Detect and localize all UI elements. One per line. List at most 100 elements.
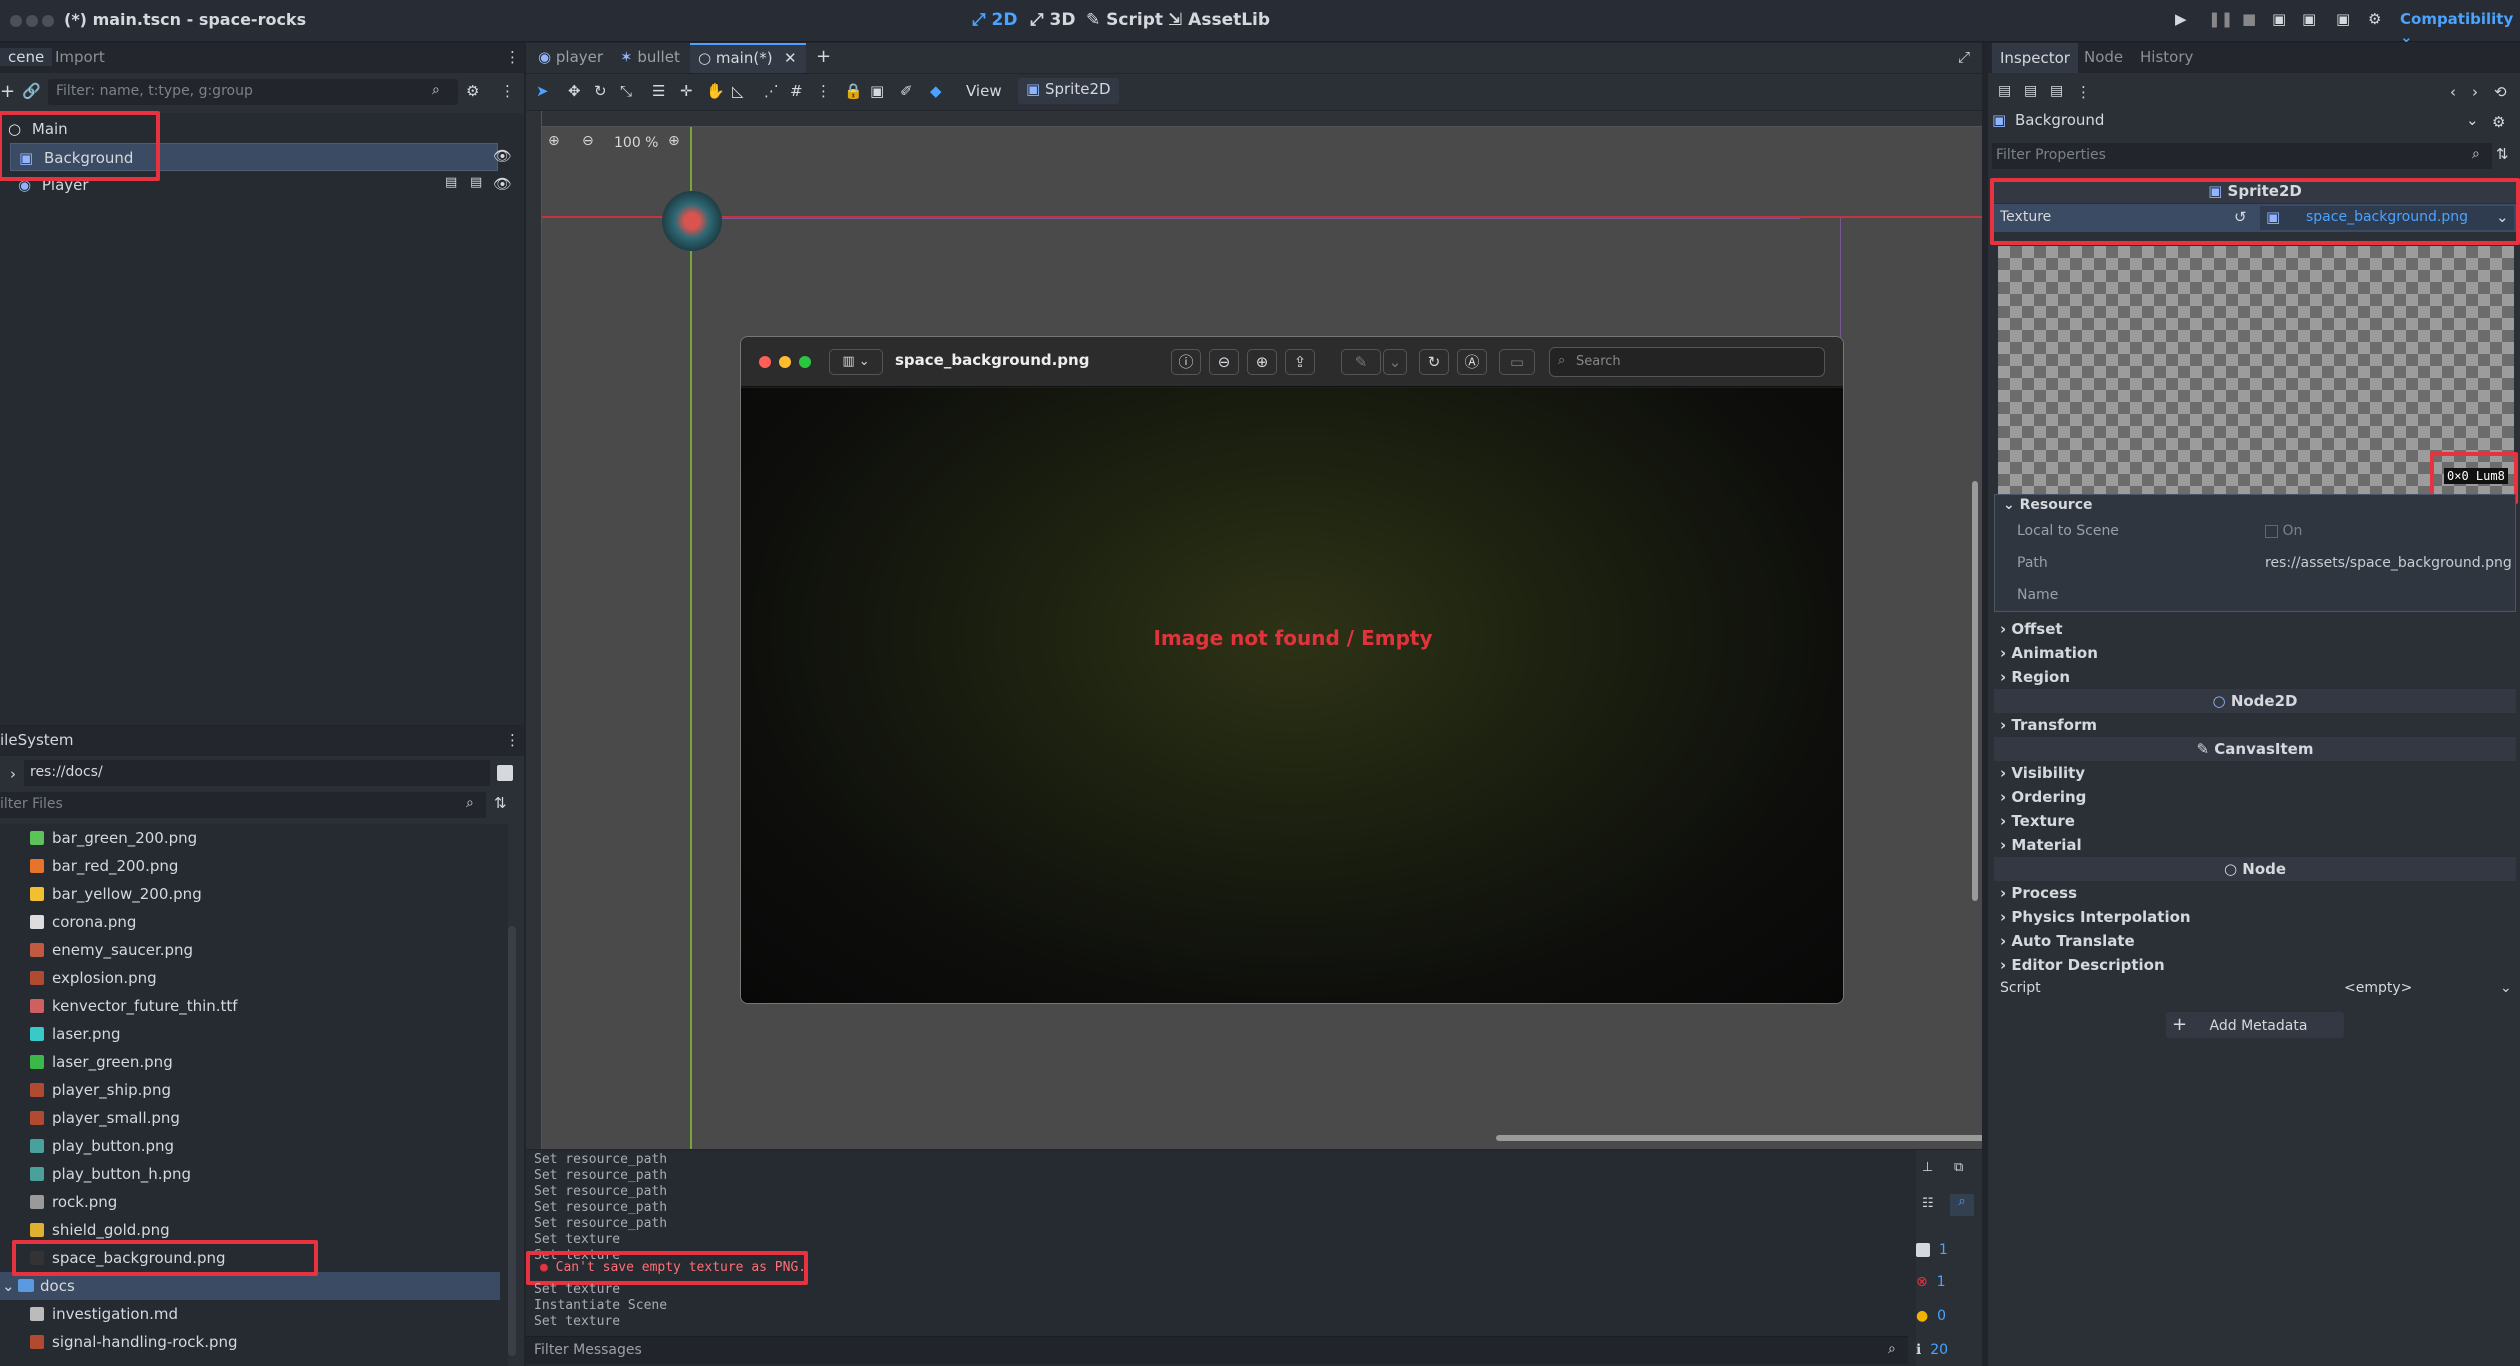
tab-bullet[interactable]: ✶ bullet xyxy=(620,48,680,66)
ruler-tool-icon[interactable]: ◺ xyxy=(732,82,744,100)
files-filter-input[interactable]: ilter Files ⌕ xyxy=(0,792,486,818)
mode-3d-button[interactable]: ⤢ 3D xyxy=(1030,10,1075,30)
object-history-icon[interactable]: ⟲ xyxy=(2494,83,2507,101)
form-fill-icon[interactable]: ▭ xyxy=(1499,349,1535,375)
file-item[interactable]: bar_yellow_200.png xyxy=(0,880,500,908)
section-process[interactable]: › Process xyxy=(2000,881,2077,905)
path-field[interactable]: res://docs/ xyxy=(24,760,490,786)
pause-button[interactable]: ❚❚ xyxy=(2208,10,2233,28)
copy-icon[interactable]: ⧉ xyxy=(1954,1160,1963,1175)
log-filter-editor[interactable]: ℹ 20 xyxy=(1916,1336,1986,1364)
tab-history[interactable]: History xyxy=(2140,48,2193,66)
instance-scene-icon[interactable]: ▤ xyxy=(445,175,457,190)
grid-snap-icon[interactable]: # xyxy=(790,82,803,100)
file-item[interactable]: player_small.png xyxy=(0,1104,500,1132)
section-texture[interactable]: › Texture xyxy=(2000,809,2075,833)
object-menu-icon[interactable]: ⚙ xyxy=(2492,113,2505,131)
script-icon[interactable]: ▤ xyxy=(470,175,482,190)
remote-debug-button[interactable]: ▣ xyxy=(2272,10,2286,28)
play-button[interactable]: ▶ xyxy=(2175,10,2187,28)
file-item[interactable]: rock.png xyxy=(0,1188,500,1216)
file-item[interactable]: enemy_saucer.png xyxy=(0,936,500,964)
stop-button[interactable]: ■ xyxy=(2242,10,2256,28)
history-forward-icon[interactable]: › xyxy=(2472,83,2478,101)
share-icon[interactable]: ⇪ xyxy=(1285,349,1315,375)
visibility-eye-icon[interactable]: 👁 xyxy=(493,147,512,165)
move-tool-icon[interactable]: ✥ xyxy=(568,82,581,100)
filter-options-icon[interactable]: ⚙ xyxy=(466,82,479,100)
file-item[interactable]: signal-handling-rock.png xyxy=(0,1328,500,1356)
lock-icon[interactable]: 🔒 xyxy=(844,82,863,100)
section-animation[interactable]: › Animation xyxy=(2000,641,2098,665)
markup-menu-icon[interactable]: ⌄ xyxy=(1383,349,1407,375)
distraction-free-icon[interactable]: ⤢ xyxy=(1958,48,1970,66)
zoom-out-icon[interactable]: ⊖ xyxy=(582,133,594,149)
search-toggle-icon[interactable]: ⌕ xyxy=(1950,1194,1974,1216)
pivot-tool-icon[interactable]: ✛ xyxy=(680,82,693,100)
close-window-dot[interactable] xyxy=(759,356,771,368)
light-icon[interactable]: ◆ xyxy=(930,82,942,100)
new-tab-icon[interactable]: + xyxy=(816,46,831,67)
section-resource[interactable]: ⌄ Resource xyxy=(2003,497,2093,513)
zoom-window-dot[interactable] xyxy=(799,356,811,368)
section-editor-description[interactable]: › Editor Description xyxy=(2000,953,2165,977)
chevron-right-icon[interactable]: › xyxy=(10,765,16,783)
sprite2d-menu[interactable]: ▣ Sprite2D xyxy=(1018,78,1119,104)
object-selector[interactable]: ▣ Background ⌄ xyxy=(1992,111,2482,137)
file-item[interactable]: play_button.png xyxy=(0,1132,500,1160)
vertical-scrollbar[interactable] xyxy=(1972,481,1978,901)
close-tab-icon[interactable]: ✕ xyxy=(784,49,797,67)
sidebar-toggle-icon[interactable]: ▥ ⌄ xyxy=(829,349,883,375)
preview-search-field[interactable]: ⌕ Search xyxy=(1549,347,1825,377)
player-sprite[interactable] xyxy=(662,191,722,251)
mode-assetlib-button[interactable]: ⇲ AssetLib xyxy=(1168,10,1270,30)
log-filter-errors[interactable]: ⊗ 1 xyxy=(1916,1268,1986,1296)
minimize-window-dot[interactable] xyxy=(779,356,791,368)
collapse-icon[interactable]: ☷ xyxy=(1922,1196,1934,1211)
scene-menu-icon[interactable]: ⋮ xyxy=(500,82,515,100)
pin-icon[interactable]: ⊥ xyxy=(1922,1160,1933,1175)
log-filter-warnings[interactable]: ● 0 xyxy=(1916,1302,1986,1330)
split-mode-icon[interactable] xyxy=(497,765,513,781)
group-icon[interactable]: ▣ xyxy=(870,82,884,100)
view-menu[interactable]: View xyxy=(966,82,1002,100)
tab-inspector[interactable]: Inspector xyxy=(1992,43,2078,73)
section-auto-translate[interactable]: › Auto Translate xyxy=(2000,929,2135,953)
new-resource-icon[interactable]: ▤ xyxy=(1998,83,2011,99)
zoom-out-icon[interactable]: ⊖ xyxy=(1209,349,1239,375)
tab-scene[interactable]: cene xyxy=(0,48,53,66)
zoom-in-icon[interactable]: ⊕ xyxy=(668,133,680,149)
sort-icon[interactable]: ⇅ xyxy=(494,794,507,812)
pan-tool-icon[interactable]: ✋ xyxy=(706,82,725,100)
close-window-dot[interactable] xyxy=(10,15,22,27)
file-item[interactable]: laser.png xyxy=(0,1020,500,1048)
instance-link-icon[interactable]: 🔗 xyxy=(22,82,41,100)
file-item[interactable]: kenvector_future_thin.ttf xyxy=(0,992,500,1020)
file-item[interactable]: corona.png xyxy=(0,908,500,936)
folder-item-docs[interactable]: ⌄ docs xyxy=(0,1272,500,1300)
tab-import[interactable]: Import xyxy=(55,48,105,66)
file-item[interactable]: bar_green_200.png xyxy=(0,824,500,852)
list-select-icon[interactable]: ☰ xyxy=(652,82,665,100)
play-custom-scene-button[interactable]: ▣ xyxy=(2336,10,2350,28)
select-tool-icon[interactable]: ➤ xyxy=(536,82,549,100)
mode-2d-button[interactable]: ⤢ 2D xyxy=(972,10,1017,30)
file-list-scrollbar[interactable] xyxy=(508,926,516,1356)
script-value-picker[interactable]: <empty> ⌄ xyxy=(2344,980,2514,996)
tab-filesystem[interactable]: ileSystem xyxy=(0,731,74,749)
minimize-window-dot[interactable] xyxy=(26,15,38,27)
zoom-in-icon[interactable]: ⊕ xyxy=(1247,349,1277,375)
bone-icon[interactable]: ✐ xyxy=(900,82,913,100)
history-back-icon[interactable]: ‹ xyxy=(2450,83,2456,101)
file-item[interactable]: bar_red_200.png xyxy=(0,852,500,880)
canvas-viewport[interactable]: ⊕ ⊖ 100 % ⊕ ▥ ⌄ space_background.png ⓘ ⊖… xyxy=(526,111,1982,1149)
section-visibility[interactable]: › Visibility xyxy=(2000,761,2085,785)
annotate-icon[interactable]: Ⓐ xyxy=(1457,349,1487,375)
resource-path-value[interactable]: res://assets/space_background.png xyxy=(2265,555,2512,571)
rotate-tool-icon[interactable]: ↻ xyxy=(594,82,607,100)
file-item[interactable]: investigation.md xyxy=(0,1300,500,1328)
file-item[interactable]: laser_green.png xyxy=(0,1048,500,1076)
add-node-icon[interactable]: + xyxy=(0,81,15,102)
tab-node[interactable]: Node xyxy=(2084,48,2123,66)
output-filter-input[interactable]: Filter Messages ⌕ xyxy=(526,1336,1908,1364)
